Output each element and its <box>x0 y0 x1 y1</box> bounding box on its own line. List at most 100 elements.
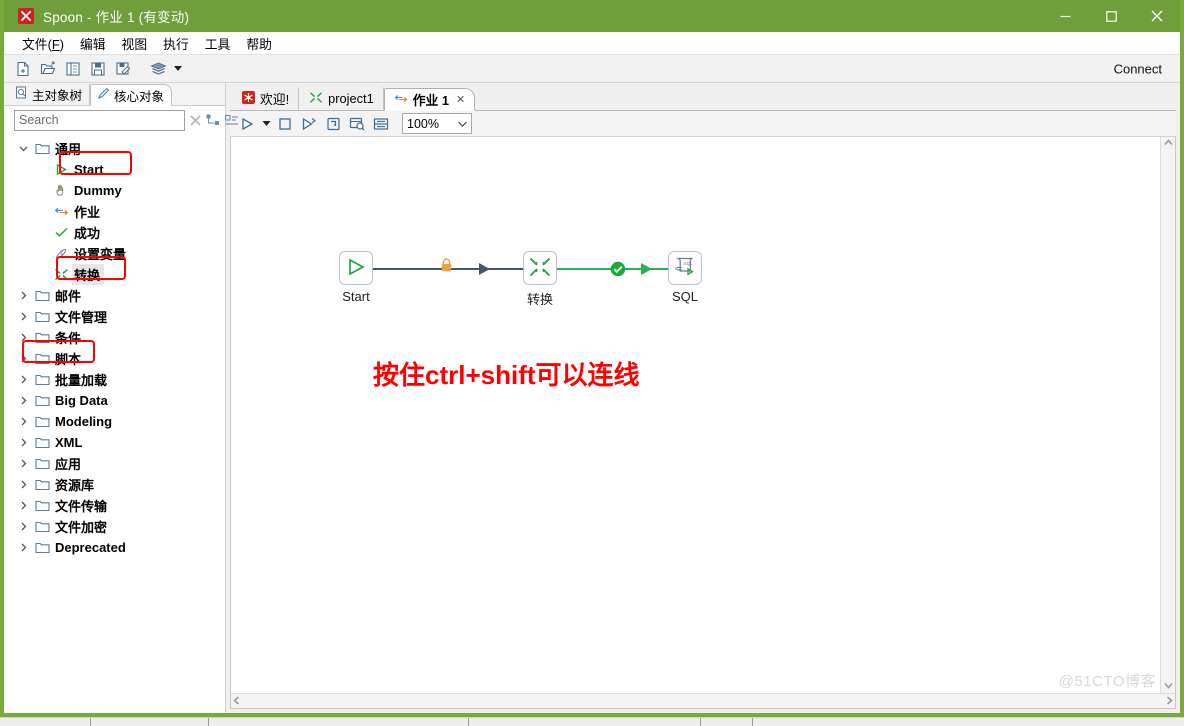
canvas-annotation: 按住ctrl+shift可以连线 <box>373 355 640 392</box>
tab-core-objects[interactable]: 核心对象 <box>90 84 172 106</box>
save-icon[interactable] <box>87 58 109 80</box>
expand-all-icon[interactable] <box>206 110 221 130</box>
connect-button[interactable]: Connect <box>1114 61 1162 76</box>
menu-bar: 文件(F) 编辑 视图 执行 工具 帮助 <box>4 32 1180 54</box>
job-canvas[interactable]: Start 转换 <box>231 137 1160 693</box>
tab-core-objects-label: 核心对象 <box>114 86 164 105</box>
chevron-right-icon[interactable] <box>14 459 32 468</box>
tree-node-start[interactable]: Start <box>4 159 225 180</box>
save-as-icon[interactable] <box>112 58 134 80</box>
tree-node-success[interactable]: 成功 <box>4 222 225 243</box>
menu-tools[interactable]: 工具 <box>197 32 239 55</box>
chevron-right-icon[interactable] <box>14 375 32 384</box>
stop-icon[interactable] <box>274 113 296 134</box>
close-icon[interactable] <box>1134 0 1180 32</box>
folder-icon <box>32 541 53 554</box>
menu-file[interactable]: 文件(F) <box>14 32 72 55</box>
tree-node-modeling[interactable]: Modeling <box>4 411 225 432</box>
tab-main-object-tree[interactable]: 主对象树 <box>8 83 90 105</box>
tree-node-conditions[interactable]: 条件 <box>4 327 225 348</box>
set-variables-icon: $ <box>51 247 72 260</box>
tree-node-xml[interactable]: XML <box>4 432 225 453</box>
search-input[interactable] <box>14 110 185 131</box>
tree-node-dummy-label: Dummy <box>72 183 122 198</box>
folder-icon <box>32 373 53 386</box>
run-dropdown-caret-icon[interactable] <box>260 113 272 134</box>
chevron-right-icon[interactable] <box>14 522 32 531</box>
clear-x-icon[interactable] <box>189 110 202 130</box>
left-panel-tabs: 主对象树 核心对象 <box>4 83 225 106</box>
chevron-down-icon[interactable] <box>14 144 32 153</box>
tab-project1[interactable]: project1 <box>299 87 384 110</box>
tree-node-scripting-label: 脚本 <box>53 349 81 368</box>
tree-node-set-variables[interactable]: $ 设置变量 <box>4 243 225 264</box>
chevron-right-icon[interactable] <box>14 333 32 342</box>
chevron-right-icon[interactable] <box>14 291 32 300</box>
collapse-all-icon[interactable] <box>225 110 240 130</box>
step-icon[interactable] <box>298 113 320 134</box>
preview-icon[interactable] <box>346 113 368 134</box>
tree-node-job[interactable]: 作业 <box>4 201 225 222</box>
maximize-icon[interactable] <box>1088 0 1134 32</box>
canvas-horizontal-scrollbar[interactable] <box>231 693 1175 708</box>
tab-welcome[interactable]: 欢迎! <box>232 87 299 110</box>
tree-node-mail[interactable]: 邮件 <box>4 285 225 306</box>
chevron-right-icon[interactable] <box>14 312 32 321</box>
menu-help[interactable]: 帮助 <box>238 32 280 55</box>
minimize-icon[interactable] <box>1042 0 1088 32</box>
zoom-select[interactable]: 100% <box>402 113 472 134</box>
tree-node-repository[interactable]: 资源库 <box>4 474 225 495</box>
search-row <box>4 106 225 134</box>
tree-node-file-management[interactable]: 文件管理 <box>4 306 225 327</box>
scroll-right-icon[interactable] <box>1166 696 1173 707</box>
tree-node-applications[interactable]: 应用 <box>4 453 225 474</box>
tree-node-scripting[interactable]: 脚本 <box>4 348 225 369</box>
grid-icon[interactable] <box>370 113 392 134</box>
scroll-down-icon[interactable] <box>1164 682 1173 691</box>
tree-node-bulk-loading-label: 批量加载 <box>53 370 107 389</box>
tab-job1-label: 作业 1 <box>413 90 449 109</box>
tab-job1[interactable]: 作业 1 ✕ <box>384 88 476 111</box>
chevron-right-icon[interactable] <box>14 438 32 447</box>
layers-icon[interactable] <box>147 58 169 80</box>
tree-node-deprecated[interactable]: Deprecated <box>4 537 225 558</box>
tree-node-file-encryption-label: 文件加密 <box>53 517 107 536</box>
dummy-hand-icon <box>51 184 72 197</box>
menu-run[interactable]: 执行 <box>155 32 197 55</box>
tree-node-file-transfer[interactable]: 文件传输 <box>4 495 225 516</box>
tree-node-bulk-loading[interactable]: 批量加载 <box>4 369 225 390</box>
tab-welcome-label: 欢迎! <box>260 89 289 108</box>
chevron-right-icon[interactable] <box>14 480 32 489</box>
tree-node-transformation[interactable]: 转换 <box>4 264 225 285</box>
tree-node-dummy[interactable]: Dummy <box>4 180 225 201</box>
chevron-right-icon[interactable] <box>14 543 32 552</box>
menu-edit[interactable]: 编辑 <box>72 32 114 55</box>
scroll-up-icon[interactable] <box>1164 139 1173 148</box>
menu-view[interactable]: 视图 <box>114 32 156 55</box>
close-icon[interactable]: ✕ <box>456 93 465 106</box>
lock-icon[interactable] <box>440 258 453 276</box>
open-folder-icon[interactable] <box>37 58 59 80</box>
chevron-right-icon[interactable] <box>14 417 32 426</box>
canvas-wrapper: Start 转换 <box>230 137 1176 709</box>
hop-arrow-transform-to-sql <box>641 263 652 275</box>
folder-icon <box>32 352 53 365</box>
chevron-right-icon[interactable] <box>14 501 32 510</box>
canvas-node-sql[interactable]: SQL <box>668 251 702 285</box>
explore-repository-icon[interactable] <box>62 58 84 80</box>
chevron-right-icon[interactable] <box>14 396 32 405</box>
svg-text:SQL: SQL <box>684 261 694 266</box>
debug-icon[interactable] <box>322 113 344 134</box>
canvas-node-start[interactable] <box>339 251 373 285</box>
tree-node-file-encryption[interactable]: 文件加密 <box>4 516 225 537</box>
new-file-icon[interactable] <box>12 58 34 80</box>
tree-node-general[interactable]: 通用 <box>4 138 225 159</box>
check-circle-icon[interactable] <box>610 261 626 280</box>
layers-dropdown-caret-icon[interactable] <box>174 66 182 71</box>
scroll-left-icon[interactable] <box>233 696 240 707</box>
tree-node-big-data[interactable]: Big Data <box>4 390 225 411</box>
core-objects-tree[interactable]: 通用 Start Dummy <box>4 134 225 713</box>
chevron-right-icon[interactable] <box>14 354 32 363</box>
canvas-node-transform[interactable] <box>523 251 557 285</box>
canvas-vertical-scrollbar[interactable] <box>1160 137 1175 693</box>
